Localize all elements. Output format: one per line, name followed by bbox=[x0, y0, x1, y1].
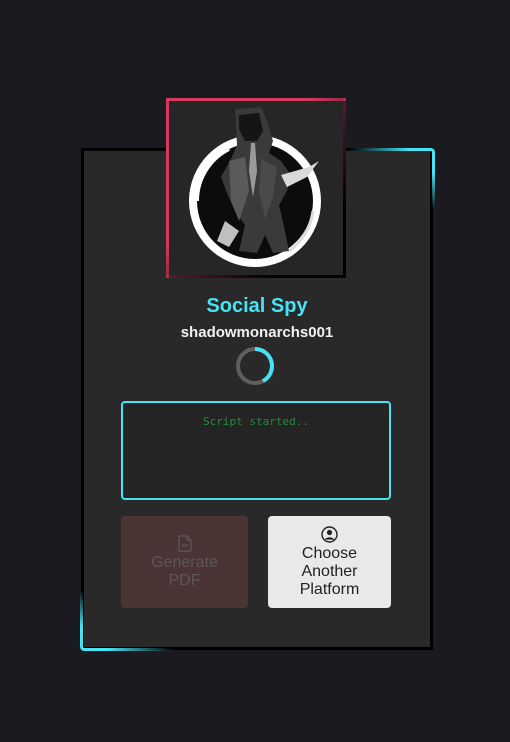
user-circle-icon bbox=[321, 525, 338, 543]
loading-spinner bbox=[236, 347, 274, 385]
file-pdf-icon bbox=[177, 534, 192, 552]
generate-pdf-button[interactable]: Generate PDF bbox=[121, 516, 248, 608]
app-title: Social Spy bbox=[206, 295, 308, 317]
avatar-image bbox=[169, 101, 343, 275]
console-log-line: Script started.. bbox=[203, 415, 309, 428]
username: shadowmonarchs001 bbox=[180, 324, 334, 341]
generate-pdf-label: Generate PDF bbox=[151, 553, 218, 589]
console-output: Script started.. bbox=[121, 401, 391, 500]
choose-platform-label: Choose Another Platform bbox=[299, 544, 360, 598]
card-accent-top-right bbox=[348, 148, 435, 209]
avatar bbox=[166, 98, 346, 278]
page: Social Spy shadowmonarchs001 Script star… bbox=[0, 0, 510, 742]
choose-platform-button[interactable]: Choose Another Platform bbox=[268, 516, 391, 608]
